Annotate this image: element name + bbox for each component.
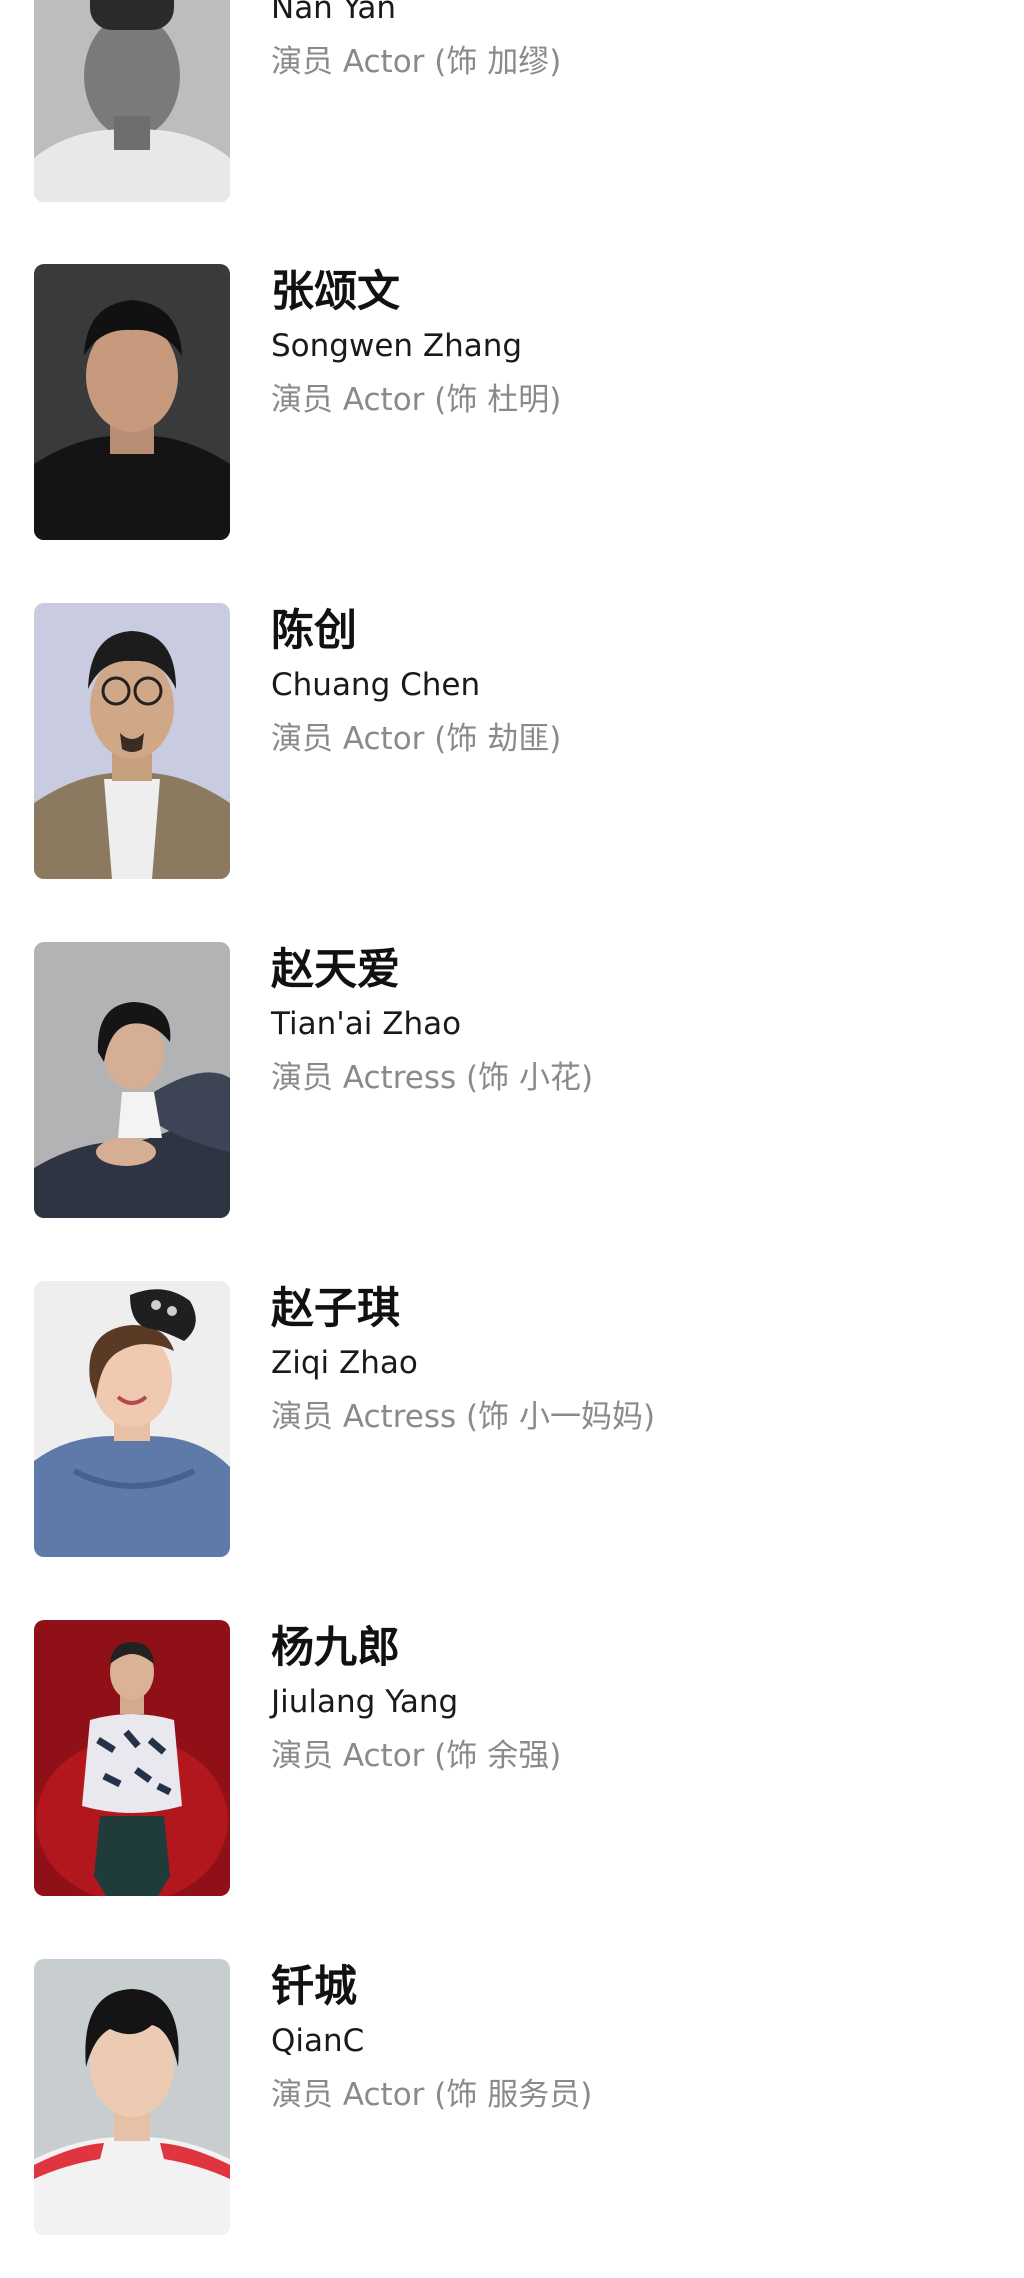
cast-item-1[interactable]: 张颂文 Songwen Zhang 演员 Actor (饰 杜明)	[34, 264, 994, 540]
cast-name-cn: 陈创	[271, 606, 357, 656]
portrait-photo-icon	[34, 0, 230, 202]
cast-name-cn: 杨九郎	[271, 1623, 400, 1673]
cast-name-en: QianC	[271, 2023, 365, 2059]
cast-photo[interactable]	[34, 942, 230, 1218]
cast-item-0[interactable]: Nan Yan 演员 Actor (饰 加缪)	[34, 0, 994, 202]
cast-name-cn: 张颂文	[271, 267, 400, 317]
cast-role: 演员 Actor (饰 服务员)	[271, 2077, 593, 2113]
cast-name-en: Nan Yan	[271, 0, 396, 26]
cast-name-cn: 钎城	[271, 1962, 357, 2012]
cast-name-en: Chuang Chen	[271, 667, 481, 703]
cast-name-cn: 赵天爱	[271, 945, 400, 995]
portrait-photo-icon	[34, 1959, 230, 2235]
cast-list: Nan Yan 演员 Actor (饰 加缪) 张颂文 Songwen Zhan…	[0, 0, 1024, 2278]
cast-photo[interactable]	[34, 0, 230, 202]
portrait-photo-icon	[34, 1281, 230, 1557]
cast-item-2[interactable]: 陈创 Chuang Chen 演员 Actor (饰 劫匪)	[34, 603, 994, 879]
cast-role: 演员 Actress (饰 小花)	[271, 1060, 594, 1096]
cast-photo[interactable]	[34, 1959, 230, 2235]
cast-role: 演员 Actor (饰 劫匪)	[271, 721, 562, 757]
cast-item-4[interactable]: 赵子琪 Ziqi Zhao 演员 Actress (饰 小一妈妈)	[34, 1281, 994, 1557]
cast-name-en: Tian'ai Zhao	[271, 1006, 462, 1042]
cast-photo[interactable]	[34, 264, 230, 540]
cast-name-en: Ziqi Zhao	[271, 1345, 418, 1381]
cast-item-6[interactable]: 钎城 QianC 演员 Actor (饰 服务员)	[34, 1959, 994, 2235]
portrait-photo-icon	[34, 1620, 230, 1896]
cast-photo[interactable]	[34, 603, 230, 879]
cast-name-en: Songwen Zhang	[271, 328, 523, 364]
cast-item-3[interactable]: 赵天爱 Tian'ai Zhao 演员 Actress (饰 小花)	[34, 942, 994, 1218]
cast-role: 演员 Actress (饰 小一妈妈)	[271, 1399, 656, 1435]
cast-role: 演员 Actor (饰 加缪)	[271, 44, 562, 80]
cast-role: 演员 Actor (饰 余强)	[271, 1738, 562, 1774]
portrait-photo-icon	[34, 264, 230, 540]
portrait-photo-icon	[34, 942, 230, 1218]
portrait-photo-icon	[34, 603, 230, 879]
cast-item-5[interactable]: 杨九郎 Jiulang Yang 演员 Actor (饰 余强)	[34, 1620, 994, 1896]
cast-role: 演员 Actor (饰 杜明)	[271, 382, 562, 418]
cast-photo[interactable]	[34, 1281, 230, 1557]
cast-name-cn: 赵子琪	[271, 1284, 400, 1334]
cast-photo[interactable]	[34, 1620, 230, 1896]
cast-name-en: Jiulang Yang	[271, 1684, 459, 1720]
